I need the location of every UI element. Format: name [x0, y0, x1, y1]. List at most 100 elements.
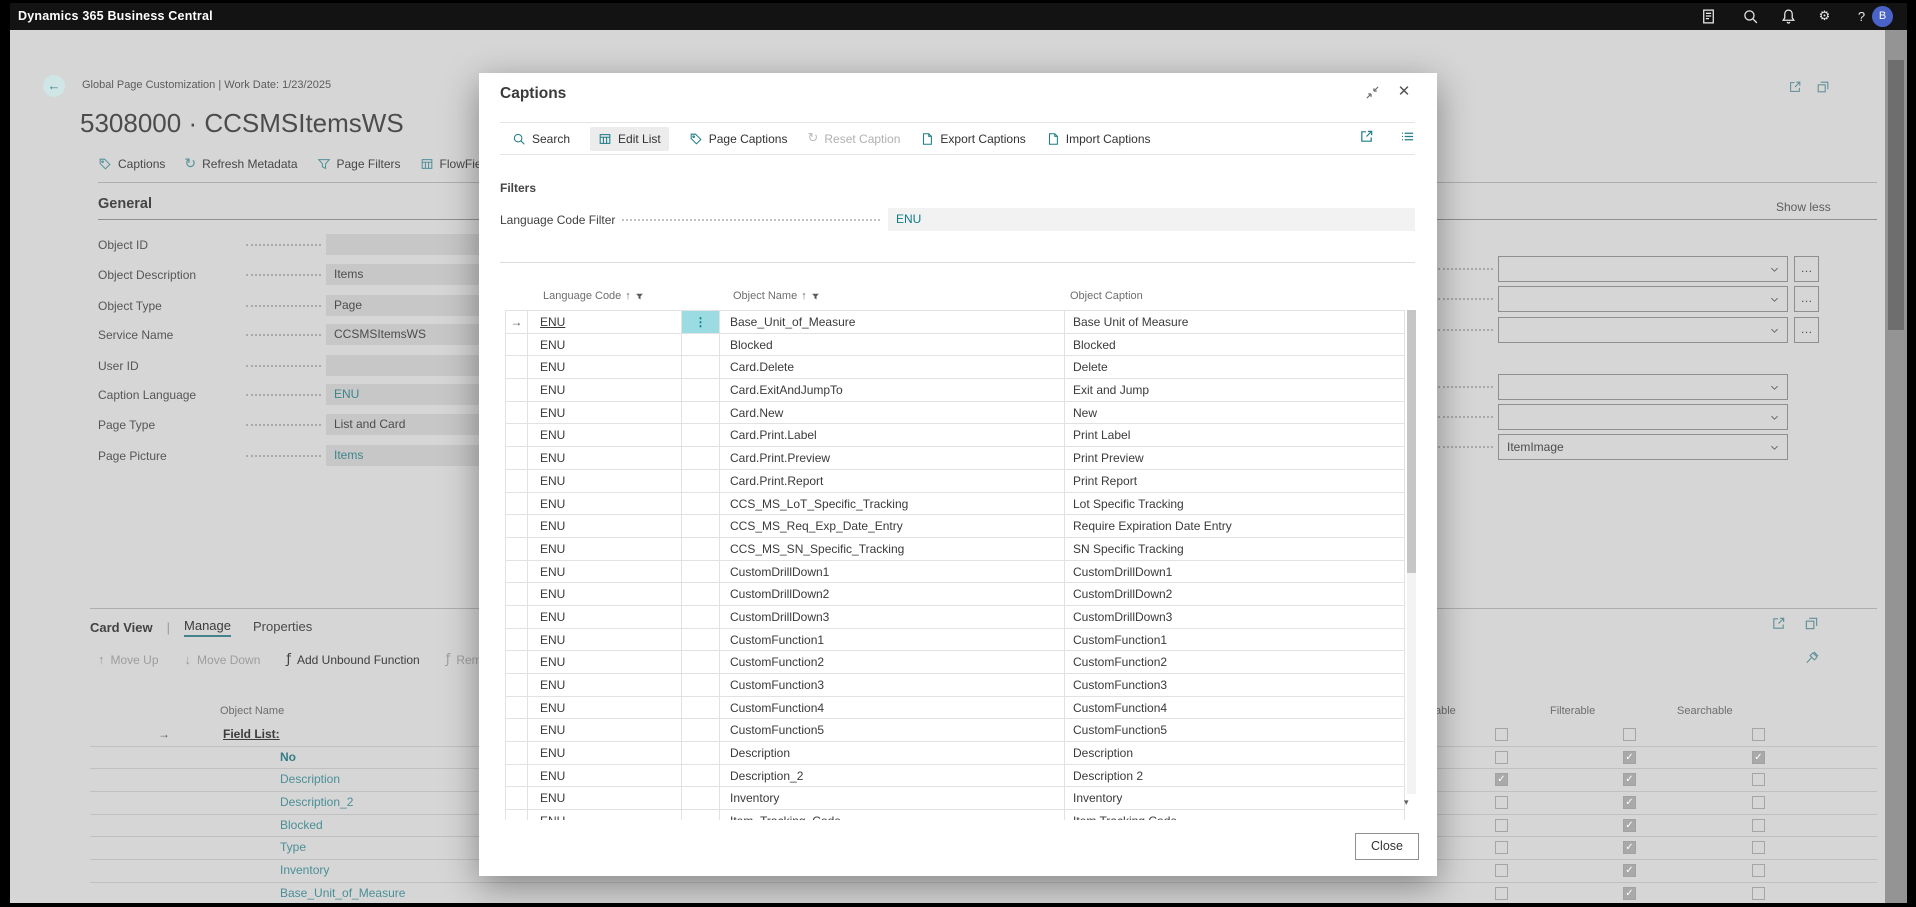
- language-code-cell[interactable]: ENU: [528, 674, 682, 696]
- row-selector-cell[interactable]: [505, 787, 528, 809]
- object-caption-cell[interactable]: CustomDrillDown1: [1065, 561, 1405, 583]
- pin-icon[interactable]: [1805, 650, 1820, 670]
- object-name-link[interactable]: Field List:: [223, 727, 280, 741]
- row-menu-cell[interactable]: [682, 402, 720, 424]
- page-captions-action[interactable]: Page Captions: [689, 132, 788, 146]
- checkbox[interactable]: ✓: [1623, 841, 1636, 854]
- language-code-cell[interactable]: ENU: [528, 765, 682, 787]
- row-selector-cell[interactable]: [505, 561, 528, 583]
- row-menu-cell[interactable]: [682, 606, 720, 628]
- row-selector-cell[interactable]: [505, 334, 528, 356]
- checkbox[interactable]: ✓: [1623, 819, 1636, 832]
- row-menu-cell[interactable]: [682, 470, 720, 492]
- assist-edit-button[interactable]: …: [1794, 256, 1819, 282]
- language-code-cell[interactable]: ENU: [528, 424, 682, 446]
- expand-window-icon[interactable]: [1816, 80, 1830, 99]
- language-code-cell[interactable]: ENU: [528, 356, 682, 378]
- language-code-cell[interactable]: ENU: [528, 470, 682, 492]
- object-caption-cell[interactable]: Print Preview: [1065, 447, 1405, 469]
- object-caption-cell[interactable]: CustomDrillDown2: [1065, 583, 1405, 605]
- open-in-window-icon[interactable]: [1788, 80, 1802, 99]
- notifications-bell-icon[interactable]: [1780, 8, 1797, 25]
- help-icon[interactable]: ?: [1853, 8, 1870, 25]
- caption-row[interactable]: ENUCustomDrillDown2CustomDrillDown2: [505, 583, 1405, 606]
- checkbox[interactable]: [1752, 728, 1765, 741]
- object-name-cell[interactable]: CustomFunction4: [720, 697, 1065, 719]
- checkbox[interactable]: [1495, 728, 1508, 741]
- caption-row[interactable]: ENUCCS_MS_SN_Specific_TrackingSN Specifi…: [505, 538, 1405, 561]
- row-selector-cell[interactable]: [505, 538, 528, 560]
- assist-edit-button[interactable]: …: [1794, 286, 1819, 312]
- object-name-cell[interactable]: Description_2: [720, 765, 1065, 787]
- tab-properties[interactable]: Properties: [253, 619, 312, 636]
- caption-row[interactable]: ENUCard.Print.ReportPrint Report: [505, 470, 1405, 493]
- checkbox[interactable]: [1495, 841, 1508, 854]
- object-name-cell[interactable]: Base_Unit_of_Measure: [720, 311, 1065, 333]
- object-name-cell[interactable]: CustomDrillDown1: [720, 561, 1065, 583]
- dropdown-field[interactable]: [1498, 286, 1788, 312]
- caption-row[interactable]: ENUCCS_MS_LoT_Specific_TrackingLot Speci…: [505, 493, 1405, 516]
- tab-manage[interactable]: Manage: [184, 618, 231, 637]
- language-code-filter-input[interactable]: ENU: [888, 208, 1415, 231]
- object-caption-cell[interactable]: Description: [1065, 742, 1405, 764]
- checkbox[interactable]: [1752, 841, 1765, 854]
- object-name-cell[interactable]: CustomDrillDown3: [720, 606, 1065, 628]
- avatar[interactable]: B: [1872, 6, 1893, 27]
- object-name-cell[interactable]: Item_Tracking_Code: [720, 810, 1065, 820]
- object-caption-cell[interactable]: CustomFunction2: [1065, 651, 1405, 673]
- row-selector-cell[interactable]: [505, 674, 528, 696]
- caption-row[interactable]: ENU Card.Print.LabelPrint Label: [505, 424, 1405, 447]
- caption-row[interactable]: ENUCard.DeleteDelete: [505, 356, 1405, 379]
- row-selector-cell[interactable]: →: [505, 311, 528, 333]
- object-name-cell[interactable]: CCS_MS_LoT_Specific_Tracking: [720, 493, 1065, 515]
- share-icon[interactable]: [1359, 129, 1374, 149]
- caption-row[interactable]: ENUCustomDrillDown3CustomDrillDown3: [505, 606, 1405, 629]
- object-name-cell[interactable]: CustomFunction5: [720, 719, 1065, 741]
- checkbox[interactable]: [1495, 864, 1508, 877]
- object-name-link[interactable]: No: [280, 750, 296, 764]
- settings-gear-icon[interactable]: ⚙: [1816, 8, 1833, 25]
- object-caption-cell[interactable]: Print Label: [1065, 424, 1405, 446]
- object-name-link[interactable]: Inventory: [280, 863, 329, 877]
- checkbox[interactable]: [1495, 887, 1508, 900]
- checkbox[interactable]: ✓: [1623, 887, 1636, 900]
- object-caption-cell[interactable]: CustomFunction1: [1065, 629, 1405, 651]
- language-code-cell[interactable]: ENU: [528, 651, 682, 673]
- row-menu-cell[interactable]: [682, 765, 720, 787]
- row-menu-cell[interactable]: [682, 424, 720, 446]
- close-dialog-icon[interactable]: ✕: [1394, 82, 1414, 100]
- object-name-cell[interactable]: Inventory: [720, 787, 1065, 809]
- language-code-cell[interactable]: ENU: [528, 583, 682, 605]
- caption-row[interactable]: →ENU⋮Base_Unit_of_MeasureBase Unit of Me…: [505, 311, 1405, 334]
- language-code-cell[interactable]: ENU: [528, 787, 682, 809]
- language-code-cell[interactable]: ENU: [528, 606, 682, 628]
- row-menu-cell[interactable]: [682, 787, 720, 809]
- share-icon[interactable]: [1771, 616, 1786, 636]
- language-code-cell[interactable]: ENU: [528, 447, 682, 469]
- object-caption-cell[interactable]: Delete: [1065, 356, 1405, 378]
- language-code-cell[interactable]: ENU: [528, 379, 682, 401]
- row-menu-cell[interactable]: [682, 742, 720, 764]
- column-header-searchable[interactable]: Searchable: [1677, 705, 1733, 717]
- expand-icon[interactable]: [1804, 616, 1819, 636]
- dropdown-field[interactable]: [1498, 374, 1788, 400]
- row-menu-cell[interactable]: [682, 719, 720, 741]
- caption-row[interactable]: ENUCustomFunction4CustomFunction4: [505, 697, 1405, 720]
- caption-row[interactable]: ENUDescriptionDescription: [505, 742, 1405, 765]
- caption-row[interactable]: ENUInventoryInventory: [505, 787, 1405, 810]
- object-name-cell[interactable]: Card.Print.Label: [720, 424, 1065, 446]
- row-menu-cell[interactable]: [682, 583, 720, 605]
- row-menu-cell[interactable]: [682, 515, 720, 537]
- checkbox[interactable]: [1495, 796, 1508, 809]
- object-name-link[interactable]: Description: [280, 772, 340, 786]
- language-code-cell[interactable]: ENU: [528, 697, 682, 719]
- object-name-cell[interactable]: Card.ExitAndJumpTo: [720, 379, 1065, 401]
- caption-row[interactable]: ENUCCS_MS_Req_Exp_Date_EntryRequire Expi…: [505, 515, 1405, 538]
- row-selector-cell[interactable]: [505, 515, 528, 537]
- object-name-cell[interactable]: CustomFunction2: [720, 651, 1065, 673]
- row-menu-cell[interactable]: [682, 629, 720, 651]
- object-name-link[interactable]: Description_2: [280, 795, 353, 809]
- object-name-cell[interactable]: CCS_MS_Req_Exp_Date_Entry: [720, 515, 1065, 537]
- close-button[interactable]: Close: [1355, 833, 1419, 860]
- breadcrumb[interactable]: Global Page Customization | Work Date: 1…: [82, 79, 331, 91]
